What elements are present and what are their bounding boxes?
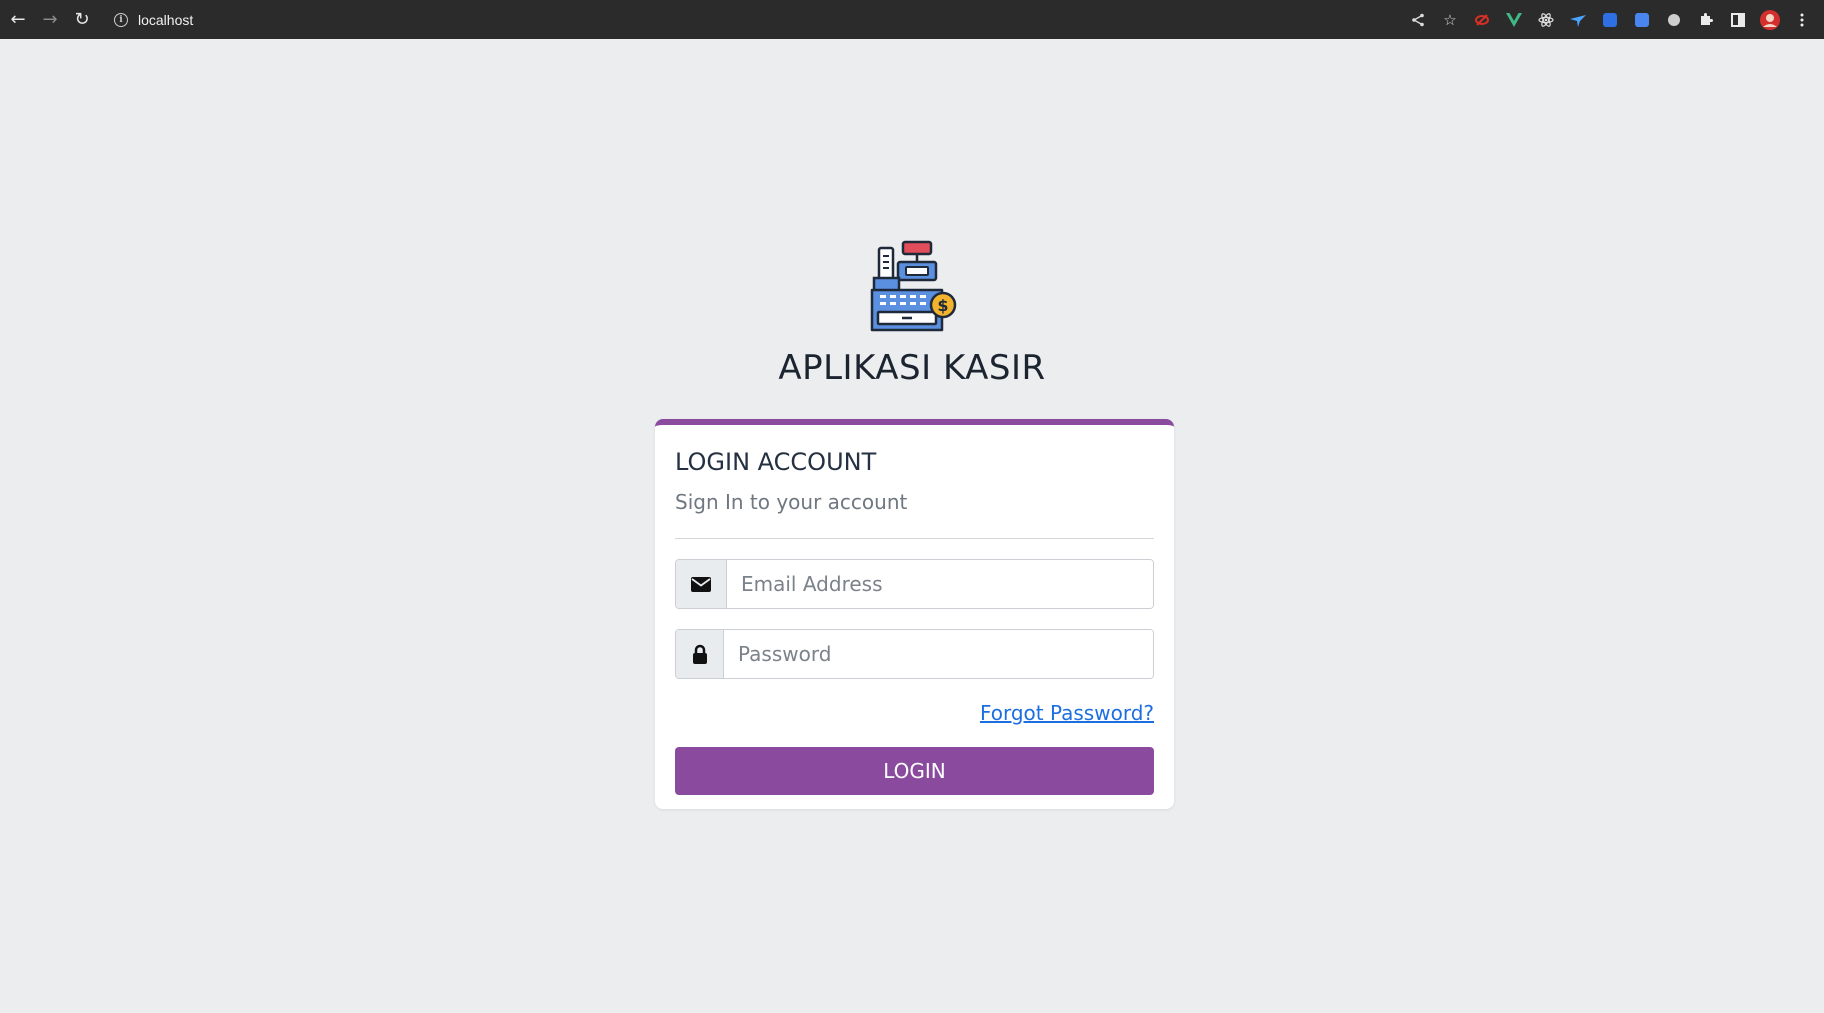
vue-devtools-icon[interactable]	[1498, 4, 1530, 36]
forgot-row: Forgot Password?	[675, 701, 1154, 725]
envelope-icon	[676, 560, 727, 608]
extension-gray-icon[interactable]	[1658, 4, 1690, 36]
email-field-group	[675, 559, 1154, 609]
forgot-password-link[interactable]: Forgot Password?	[980, 701, 1154, 725]
password-field-group	[675, 629, 1154, 679]
extensions-puzzle-icon[interactable]	[1690, 4, 1722, 36]
extension-blue-plane-icon[interactable]	[1562, 4, 1594, 36]
url-text[interactable]: localhost	[138, 12, 193, 28]
google-translate-icon[interactable]	[1626, 4, 1658, 36]
profile-avatar-icon[interactable]	[1754, 4, 1786, 36]
login-card: LOGIN ACCOUNT Sign In to your account Fo…	[655, 419, 1174, 809]
bookmark-star-icon[interactable]: ☆	[1434, 4, 1466, 36]
browser-menu-icon[interactable]	[1786, 4, 1818, 36]
react-devtools-icon[interactable]	[1530, 4, 1562, 36]
site-info-icon[interactable]: i	[114, 12, 128, 27]
extension-bar: ☆	[1402, 0, 1818, 39]
login-button[interactable]: LOGIN	[675, 747, 1154, 795]
brand-header: $ APLIKASI KASIR	[0, 240, 1824, 388]
back-icon[interactable]: ←	[2, 4, 34, 36]
cash-register-icon: $	[870, 240, 957, 332]
app-title: APLIKASI KASIR	[778, 348, 1046, 388]
reload-icon[interactable]: ↻	[66, 4, 98, 36]
svg-text:$: $	[937, 296, 948, 315]
address-bar[interactable]: i localhost	[114, 12, 193, 28]
password-input[interactable]	[724, 630, 1153, 678]
extension-red-icon[interactable]	[1466, 4, 1498, 36]
email-input[interactable]	[727, 560, 1153, 608]
lock-icon	[676, 630, 724, 678]
login-subheading: Sign In to your account	[675, 490, 908, 514]
forward-icon[interactable]: →	[34, 4, 66, 36]
login-heading: LOGIN ACCOUNT	[675, 448, 877, 476]
divider	[675, 538, 1154, 539]
side-panel-icon[interactable]	[1722, 4, 1754, 36]
extension-blue-shield-icon[interactable]	[1594, 4, 1626, 36]
share-icon[interactable]	[1402, 4, 1434, 36]
browser-toolbar: ← → ↻ i localhost ☆	[0, 0, 1824, 39]
